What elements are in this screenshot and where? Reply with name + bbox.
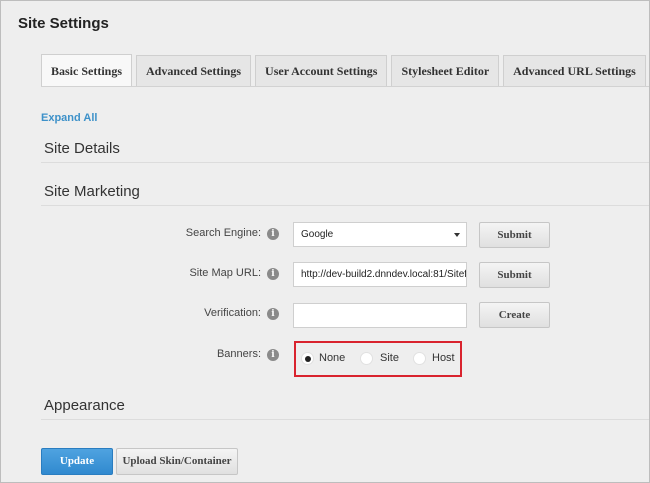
settings-tabs: Basic Settings Advanced Settings User Ac… [41, 54, 650, 87]
banners-radio-group: None Site Host [294, 341, 462, 377]
search-engine-label: Search Engine: [185, 227, 261, 239]
site-settings-panel: Site Settings Basic Settings Advanced Se… [0, 0, 650, 483]
banners-label: Banners: [216, 348, 261, 360]
search-engine-value: Google [301, 229, 334, 240]
section-divider [41, 419, 649, 420]
section-divider [41, 162, 649, 163]
verification-label: Verification: [204, 307, 261, 319]
section-site-details[interactable]: Site Details [44, 140, 120, 157]
tab-basic-settings[interactable]: Basic Settings [41, 54, 133, 87]
chevron-down-icon [454, 233, 460, 237]
info-icon[interactable]: i [267, 349, 279, 361]
banners-radio-none[interactable] [301, 352, 314, 365]
banners-radio-site[interactable] [360, 352, 373, 365]
update-button[interactable]: Update [41, 448, 113, 475]
tab-advanced-url-settings[interactable]: Advanced URL Settings [503, 55, 646, 86]
section-appearance[interactable]: Appearance [44, 397, 125, 414]
verification-create-button[interactable]: Create [479, 302, 550, 328]
info-icon[interactable]: i [267, 308, 279, 320]
section-site-marketing[interactable]: Site Marketing [44, 183, 140, 200]
banners-option-label: Site [380, 352, 399, 364]
site-map-url-label: Site Map URL: [189, 267, 261, 279]
upload-skin-container-button[interactable]: Upload Skin/Container [116, 448, 238, 475]
site-map-submit-button[interactable]: Submit [479, 262, 550, 288]
banners-option-label: None [319, 352, 346, 364]
info-icon[interactable]: i [267, 228, 279, 240]
search-engine-submit-button[interactable]: Submit [479, 222, 550, 248]
page-title: Site Settings [18, 15, 109, 32]
tab-advanced-settings[interactable]: Advanced Settings [136, 55, 252, 86]
banners-option-label: Host [432, 352, 455, 364]
site-map-url-input[interactable]: http://dev-build2.dnndev.local:81/Sitef [293, 262, 467, 287]
expand-all-link[interactable]: Expand All [41, 112, 97, 124]
section-divider [41, 205, 649, 206]
info-icon[interactable]: i [267, 268, 279, 280]
banners-radio-host[interactable] [413, 352, 426, 365]
verification-input[interactable] [293, 303, 467, 328]
tab-user-account-settings[interactable]: User Account Settings [255, 55, 388, 86]
tab-stylesheet-editor[interactable]: Stylesheet Editor [391, 55, 500, 86]
search-engine-select[interactable]: Google [293, 222, 467, 247]
tab-divider [41, 86, 649, 87]
